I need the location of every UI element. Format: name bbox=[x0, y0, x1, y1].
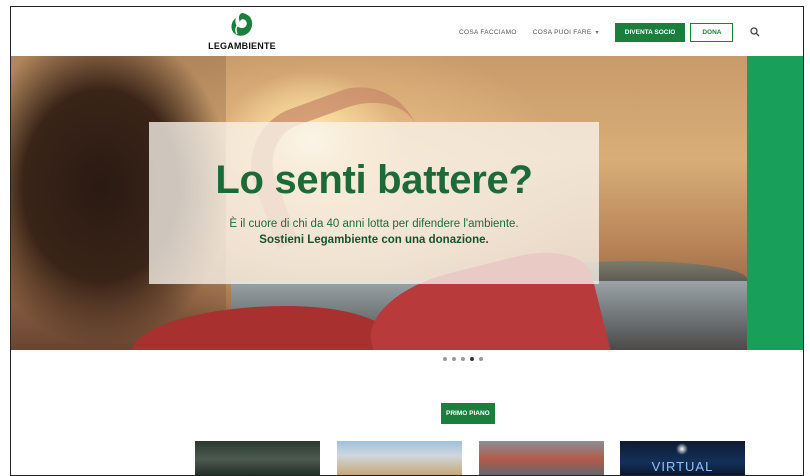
article-thumbnails: VIRTUAL bbox=[11, 441, 803, 475]
thumbnail-caption: VIRTUAL bbox=[651, 459, 714, 474]
leaf-logo-icon bbox=[231, 13, 253, 36]
carousel-dot[interactable] bbox=[452, 357, 456, 361]
logo[interactable]: LEGAMBIENTE bbox=[197, 10, 287, 54]
carousel-dot[interactable] bbox=[461, 357, 465, 361]
next-slide-peek[interactable] bbox=[747, 56, 803, 350]
hero-cta-text: Sostieni Legambiente con una donazione. bbox=[259, 234, 489, 246]
carousel-dots bbox=[443, 357, 483, 361]
carousel-dot[interactable] bbox=[479, 357, 483, 361]
carousel-dot-active[interactable] bbox=[470, 357, 474, 361]
logo-wordmark: LEGAMBIENTE bbox=[208, 41, 276, 51]
search-icon[interactable] bbox=[749, 26, 761, 38]
hero-headline: Lo senti battere? bbox=[215, 158, 533, 202]
nav-cosa-puoi-fare-label: COSA PUOI FARE bbox=[532, 28, 592, 36]
carousel-dot[interactable] bbox=[443, 357, 447, 361]
article-thumbnail[interactable] bbox=[479, 441, 604, 475]
site-header: LEGAMBIENTE COSA FACCIAMO COSA PUOI FARE… bbox=[11, 7, 803, 57]
dona-button[interactable]: DONA bbox=[690, 22, 734, 42]
article-thumbnail[interactable]: VIRTUAL bbox=[620, 441, 745, 475]
nav-cosa-puoi-fare[interactable]: COSA PUOI FARE ▾ bbox=[533, 29, 599, 36]
hero-subtitle: È il cuore di chi da 40 anni lotta per d… bbox=[229, 218, 519, 230]
light-glow bbox=[676, 443, 688, 455]
hero-banner[interactable]: Lo senti battere? È il cuore di chi da 4… bbox=[11, 56, 747, 350]
article-thumbnail[interactable] bbox=[195, 441, 320, 475]
section-label-primo-piano: PRIMO PIANO bbox=[441, 403, 495, 424]
chevron-down-icon: ▾ bbox=[595, 29, 599, 36]
hero-text-panel: Lo senti battere? È il cuore di chi da 4… bbox=[149, 122, 599, 284]
diventa-socio-button[interactable]: DIVENTA SOCIO bbox=[614, 22, 686, 42]
article-thumbnail[interactable] bbox=[337, 441, 462, 475]
main-nav: COSA FACCIAMO COSA PUOI FARE ▾ DIVENTA SO… bbox=[459, 22, 761, 42]
browser-page: LEGAMBIENTE COSA FACCIAMO COSA PUOI FARE… bbox=[10, 6, 804, 476]
nav-cosa-facciamo[interactable]: COSA FACCIAMO bbox=[459, 29, 517, 36]
